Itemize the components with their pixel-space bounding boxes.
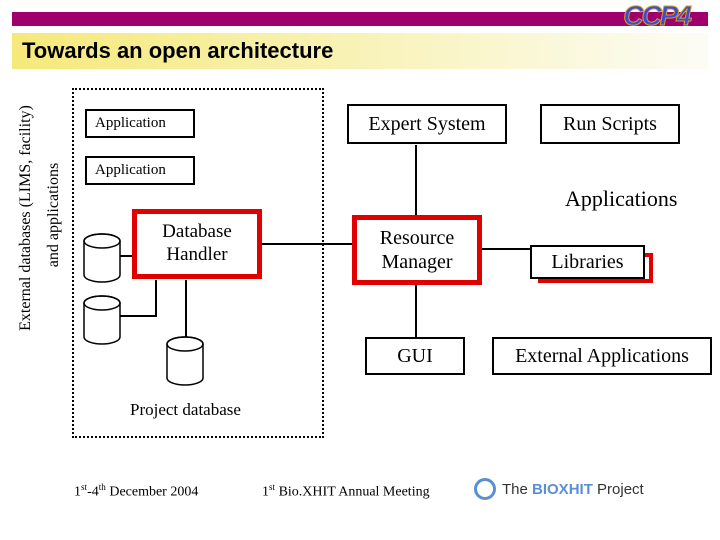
header-bar xyxy=(12,12,708,26)
side-label-inner: and applications xyxy=(42,130,66,300)
database-cylinder-icon xyxy=(82,233,122,283)
connector xyxy=(155,280,157,317)
gui-box: GUI xyxy=(365,337,465,375)
side-label-outer: External databases (LIMS, facility) xyxy=(14,78,38,358)
footer-meeting: 1st Bio.XHIT Annual Meeting xyxy=(262,482,430,501)
connector xyxy=(262,243,352,245)
connector xyxy=(185,280,187,338)
applications-label: Applications xyxy=(565,186,677,212)
connector xyxy=(120,315,155,317)
run-scripts-box: Run Scripts xyxy=(540,104,680,144)
ring-icon xyxy=(474,478,496,500)
slide-title: Towards an open architecture xyxy=(22,38,333,64)
footer-date: 1st-4th December 2004 xyxy=(74,482,198,501)
database-cylinder-icon xyxy=(165,336,205,386)
application-box-2: Application xyxy=(85,156,195,185)
libraries-box: Libraries xyxy=(530,245,645,279)
connector xyxy=(415,285,417,337)
application-box-1: Application xyxy=(85,109,195,138)
resource-manager-box: Resource Manager xyxy=(352,215,482,285)
connector xyxy=(415,145,417,215)
ccp4-logo: CCP4 xyxy=(623,0,690,32)
bioxhit-logo: The BIOXHIT Project xyxy=(474,474,694,504)
project-database-label: Project database xyxy=(130,400,241,420)
title-bar: Towards an open architecture xyxy=(12,33,708,69)
external-applications-box: External Applications xyxy=(492,337,712,375)
database-cylinder-icon xyxy=(82,295,122,345)
expert-system-box: Expert System xyxy=(347,104,507,144)
database-handler-box: Database Handler xyxy=(132,209,262,279)
